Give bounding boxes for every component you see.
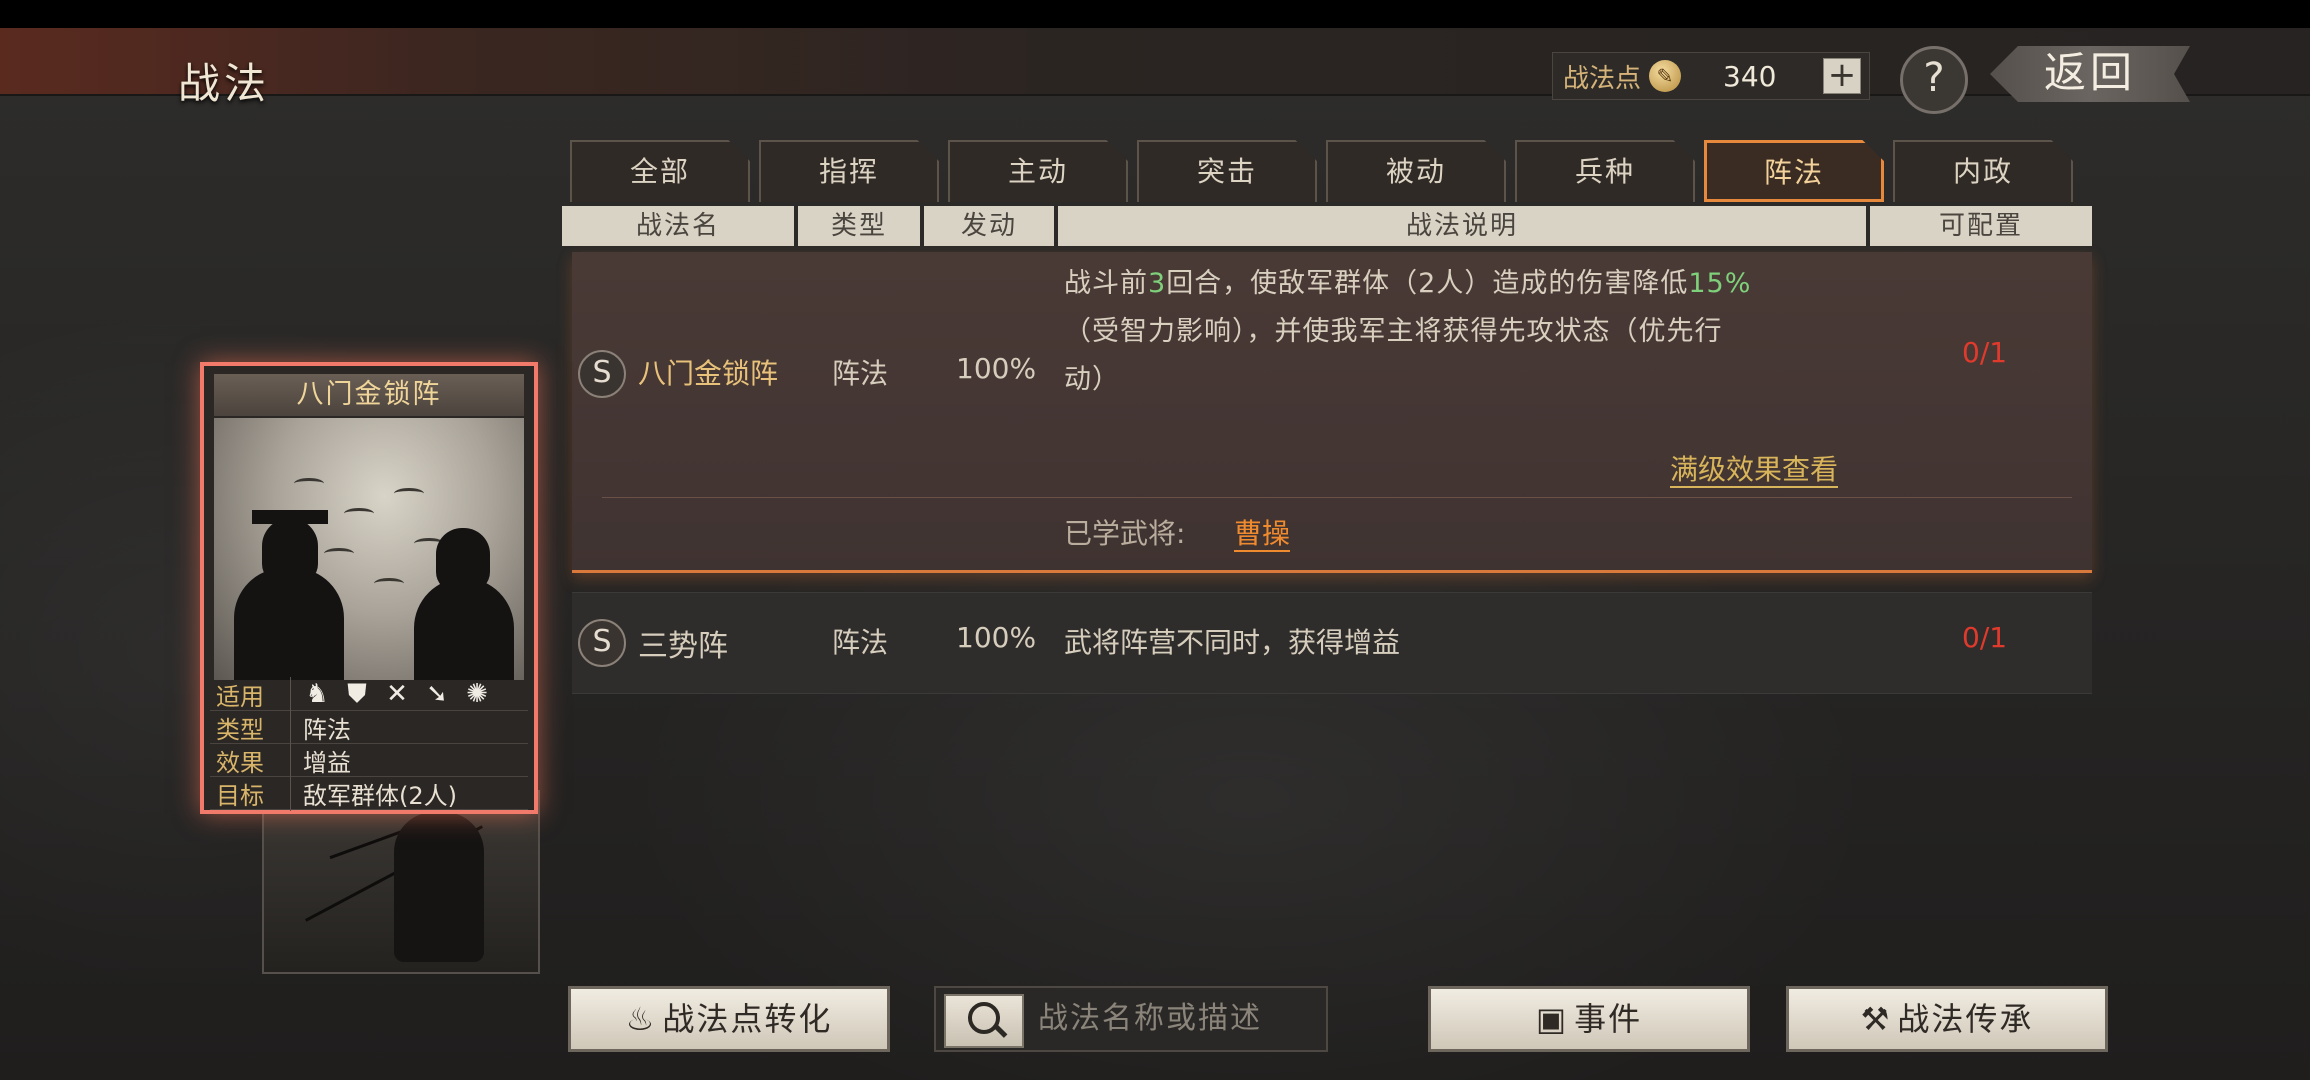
search-input[interactable]: 战法名称或描述: [1038, 988, 1262, 1050]
column-header-config[interactable]: 可配置: [1870, 206, 2092, 246]
card-illustration: [214, 418, 524, 680]
grade-badge: S: [578, 350, 626, 398]
search-bar: 战法名称或描述: [934, 986, 1328, 1052]
tactic-description: 武将阵营不同时，获得增益: [1064, 626, 1401, 659]
tactic-row[interactable]: S 三势阵 阵法 100% 武将阵营不同时，获得增益 0/1: [572, 592, 2092, 694]
card-title: 八门金锁阵: [214, 374, 524, 416]
add-points-button[interactable]: +: [1823, 58, 1861, 94]
points-label: 战法点: [1563, 63, 1642, 94]
tactic-trigger-rate: 100%: [956, 352, 1037, 385]
inherit-tactic-button[interactable]: ⚒ 战法传承: [1786, 986, 2108, 1052]
category-tabs: 全部 指挥 主动 突击 被动 兵种 阵法 内政: [570, 140, 2082, 202]
card-target-row: 目标 敌军群体(2人): [210, 775, 528, 811]
tab-command[interactable]: 指挥: [759, 140, 939, 202]
flame-icon: ♨: [625, 1000, 657, 1038]
full-effect-link[interactable]: 满级效果查看: [1670, 448, 1839, 488]
tactic-name: 八门金锁阵: [638, 357, 779, 390]
header-bar: 战法 战法点 ✎ 340 + ? 返回: [0, 28, 2310, 114]
spear-icon: ➘: [426, 679, 448, 709]
shield-icon: ⛊: [347, 679, 367, 709]
hammer-icon: ⚒: [1860, 1000, 1892, 1038]
event-button[interactable]: ▣ 事件: [1428, 986, 1750, 1052]
tactic-row-selected[interactable]: S 八门金锁阵 阵法 100% 战斗前3回合，使敌军群体（2人）造成的伤害降低1…: [572, 252, 2092, 573]
grade-badge: S: [578, 619, 626, 667]
learned-generals-label: 已学武将:: [1064, 517, 1186, 550]
column-header-name[interactable]: 战法名: [562, 206, 794, 246]
tactic-type: 阵法: [832, 626, 889, 659]
tactic-type: 阵法: [832, 357, 889, 390]
tactic-card[interactable]: 八门金锁阵 适用 ♞ ⛊ ✕ ➘ ✺ 类型 阵法 效果 增益 目标 敌军群体(2…: [200, 362, 538, 814]
column-header-desc: 战法说明: [1058, 206, 1866, 246]
row-divider: [602, 497, 2072, 498]
tactic-name: 三势阵: [638, 629, 728, 664]
card-applicable-row: 适用 ♞ ⛊ ✕ ➘ ✺: [210, 676, 528, 712]
tab-domestic[interactable]: 内政: [1893, 140, 2073, 202]
cavalry-icon: ♞: [305, 679, 329, 709]
convert-points-button[interactable]: ♨ 战法点转化: [568, 986, 890, 1052]
config-count: 0/1: [1962, 336, 2008, 369]
tab-assault[interactable]: 突击: [1137, 140, 1317, 202]
help-button[interactable]: ?: [1900, 46, 1968, 114]
back-button[interactable]: 返回: [1990, 46, 2190, 102]
column-header-type[interactable]: 类型: [798, 206, 920, 246]
points-coin-icon: ✎: [1649, 60, 1682, 92]
page-title: 战法: [178, 59, 271, 108]
tab-troop[interactable]: 兵种: [1515, 140, 1695, 202]
column-header-trigger[interactable]: 发动: [924, 206, 1054, 246]
card-type-row: 类型 阵法: [210, 709, 528, 745]
tab-formation[interactable]: 阵法: [1704, 140, 1884, 202]
search-button[interactable]: [944, 994, 1024, 1048]
top-black-bar: [0, 0, 2310, 28]
card-info-table: 适用 ♞ ⛊ ✕ ➘ ✺ 类型 阵法 效果 增益 目标 敌军群体(2人): [210, 676, 528, 811]
tactic-description: 战斗前3回合，使敌军群体（2人）造成的伤害降低15% （受智力影响），并使我军主…: [1064, 268, 1752, 395]
archer-icon: ✕: [386, 679, 408, 709]
tab-active[interactable]: 主动: [948, 140, 1128, 202]
chariot-icon: ✺: [466, 679, 488, 709]
learned-general-link[interactable]: 曹操: [1234, 512, 1291, 552]
tab-all[interactable]: 全部: [570, 140, 750, 202]
card-effect-row: 效果 增益: [210, 742, 528, 778]
tactic-trigger-rate: 100%: [956, 621, 1037, 654]
tab-passive[interactable]: 被动: [1326, 140, 1506, 202]
tactic-points-box: 战法点 ✎ 340 +: [1552, 52, 1870, 100]
ticket-icon: ▣: [1535, 1000, 1569, 1038]
card-back-art: [262, 787, 540, 974]
points-value: 340: [1723, 59, 1777, 93]
config-count: 0/1: [1962, 621, 2008, 654]
